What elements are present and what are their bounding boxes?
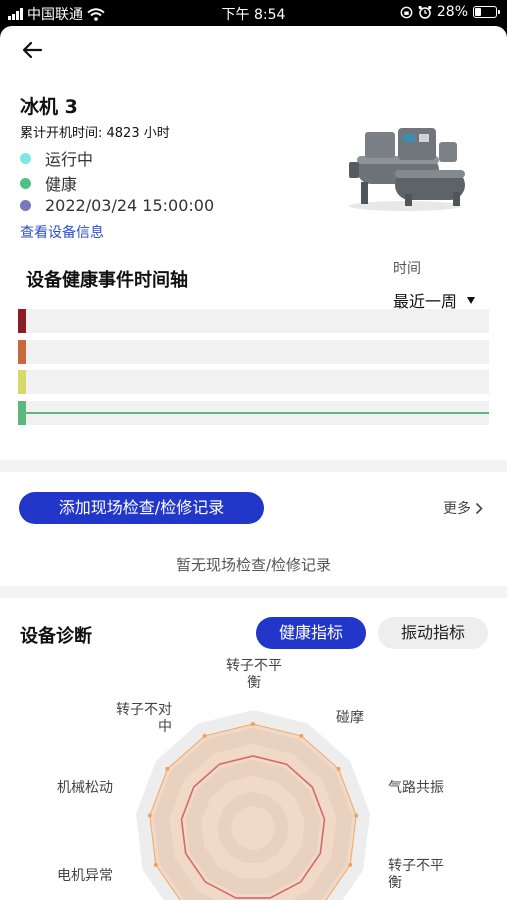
radar-point [348,862,353,867]
radar-point [299,733,304,738]
radar-point [153,862,158,867]
device-detail-sheet: 冰机 3 累计开机时间: 4823 小时 运行中 健康 2022/03/24 1… [0,26,507,900]
alarm-icon [418,5,432,19]
radar-point [165,766,170,771]
radar-label-rotor-misalignment: 转子不对 中 [116,702,172,735]
radar-label-rub: 碰摩 [336,710,364,726]
radar-point [202,733,207,738]
radar-label-rotor-imbalance: 转子不平 衡 [226,658,282,691]
battery-icon [473,6,500,18]
battery-percent: 28% [436,4,468,20]
lock-rotation-icon [400,6,413,18]
radar-point [147,813,152,818]
radar-label-rotor-imbalance-2: 转子不平 衡 [388,858,444,891]
radar-point [354,813,359,818]
status-bar: 中国联通 下午 8:54 28% [0,0,507,26]
radar-label-mechanical-looseness: 机械松动 [57,780,113,796]
radar-chart [135,710,371,900]
radar-label-airflow-resonance: 气路共振 [388,780,444,796]
radar-point [251,722,255,726]
radar-label-motor-abnormal: 电机异常 [57,868,113,884]
radar-point [336,766,341,771]
